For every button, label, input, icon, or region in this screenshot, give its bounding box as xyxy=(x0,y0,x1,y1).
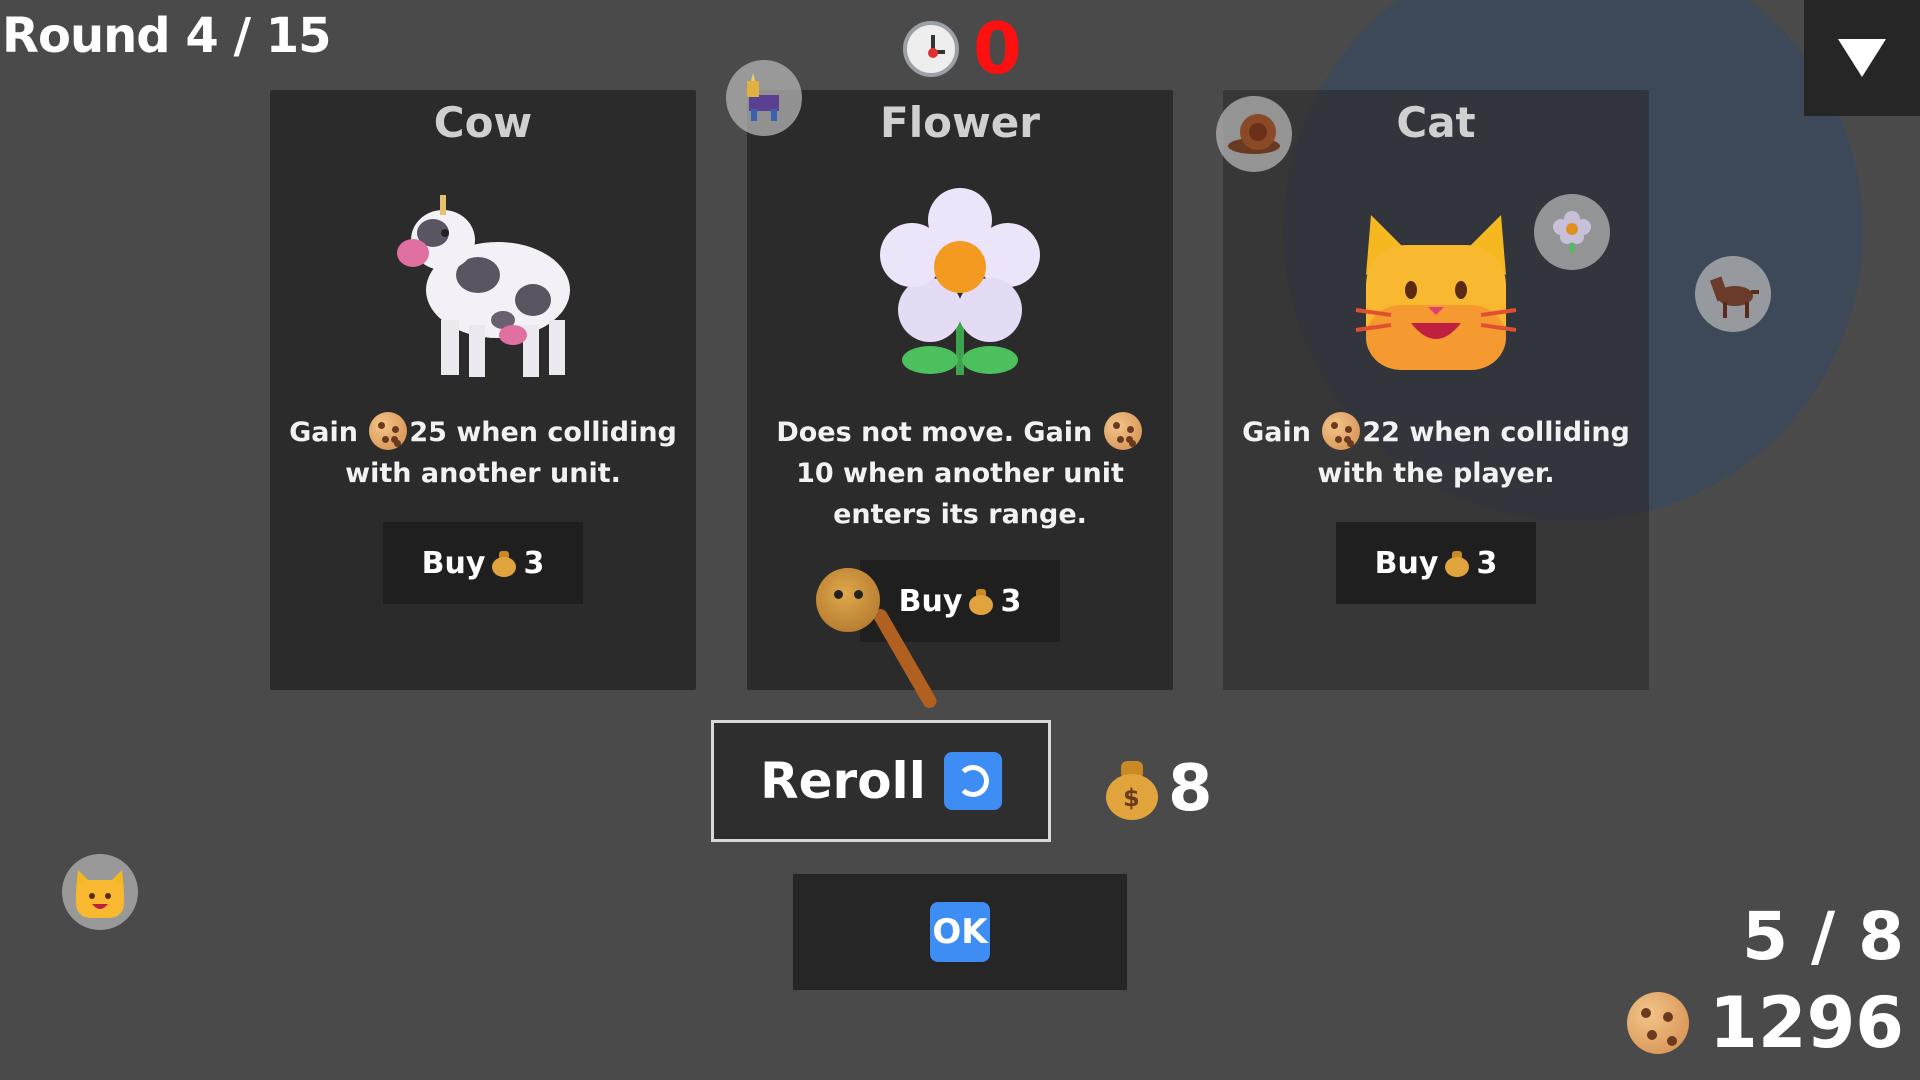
money-bag-icon xyxy=(968,587,994,615)
clock-icon xyxy=(903,21,959,77)
shop-card-cow: Cow Gain 25 when colliding with another … xyxy=(270,90,696,690)
cat-face-icon xyxy=(62,854,138,930)
buy-price: 3 xyxy=(1000,583,1022,619)
timer: 0 xyxy=(903,14,1022,84)
buy-price: 3 xyxy=(1476,545,1498,581)
card-description: Gain 22 when colliding with the player. xyxy=(1241,412,1631,494)
cookie-icon xyxy=(1322,412,1361,450)
refresh-icon xyxy=(943,752,1002,810)
horse-icon xyxy=(1695,256,1771,332)
money-bag-icon: $ xyxy=(1104,758,1160,820)
cookie-total: 1296 xyxy=(1627,982,1904,1064)
buy-label: Buy xyxy=(1374,545,1439,581)
cookie-icon xyxy=(1103,412,1142,450)
buy-cat-button[interactable]: Buy 3 xyxy=(1336,522,1536,604)
money-bag-icon xyxy=(491,549,517,577)
cookie-icon xyxy=(1627,992,1690,1054)
buy-price: 3 xyxy=(523,545,545,581)
buy-label: Buy xyxy=(898,583,963,619)
round-label: Round 4 / 15 xyxy=(2,8,331,64)
flower-icon xyxy=(880,188,1040,375)
card-description: Does not move. Gain 10 when another unit… xyxy=(765,412,1155,535)
cookie-value: 1296 xyxy=(1709,982,1904,1064)
money-bag-icon xyxy=(1444,549,1470,577)
card-description: Gain 25 when colliding with another unit… xyxy=(288,412,678,494)
timer-value: 0 xyxy=(973,8,1022,90)
money-display: $ 8 xyxy=(1104,752,1213,826)
menu-toggle-button[interactable] xyxy=(1804,0,1920,116)
money-value: 8 xyxy=(1168,752,1213,826)
unicorn-icon xyxy=(726,60,802,136)
card-title: Flower xyxy=(880,98,1040,147)
ok-icon: OK xyxy=(930,902,990,962)
buy-cow-button[interactable]: Buy 3 xyxy=(383,522,583,604)
cat-face-icon xyxy=(1355,215,1517,370)
unit-count: 5 / 8 xyxy=(1742,898,1904,975)
cookie-icon xyxy=(369,412,408,450)
player-ball-icon xyxy=(816,568,880,632)
reroll-label: Reroll xyxy=(760,752,926,810)
shop-card-cat: Cat Gain 22 when colliding with the play… xyxy=(1223,90,1649,690)
ok-button[interactable]: OK xyxy=(793,874,1127,990)
shop-card-flower: Flower Does not move. Gain 10 when anoth… xyxy=(747,90,1173,690)
snail-icon xyxy=(1216,96,1292,172)
buy-label: Buy xyxy=(421,545,486,581)
reroll-button[interactable]: Reroll xyxy=(711,720,1051,842)
cow-icon xyxy=(397,195,570,377)
flower-icon xyxy=(1534,194,1610,270)
card-title: Cow xyxy=(433,98,533,147)
triangle-down-icon xyxy=(1838,39,1886,77)
